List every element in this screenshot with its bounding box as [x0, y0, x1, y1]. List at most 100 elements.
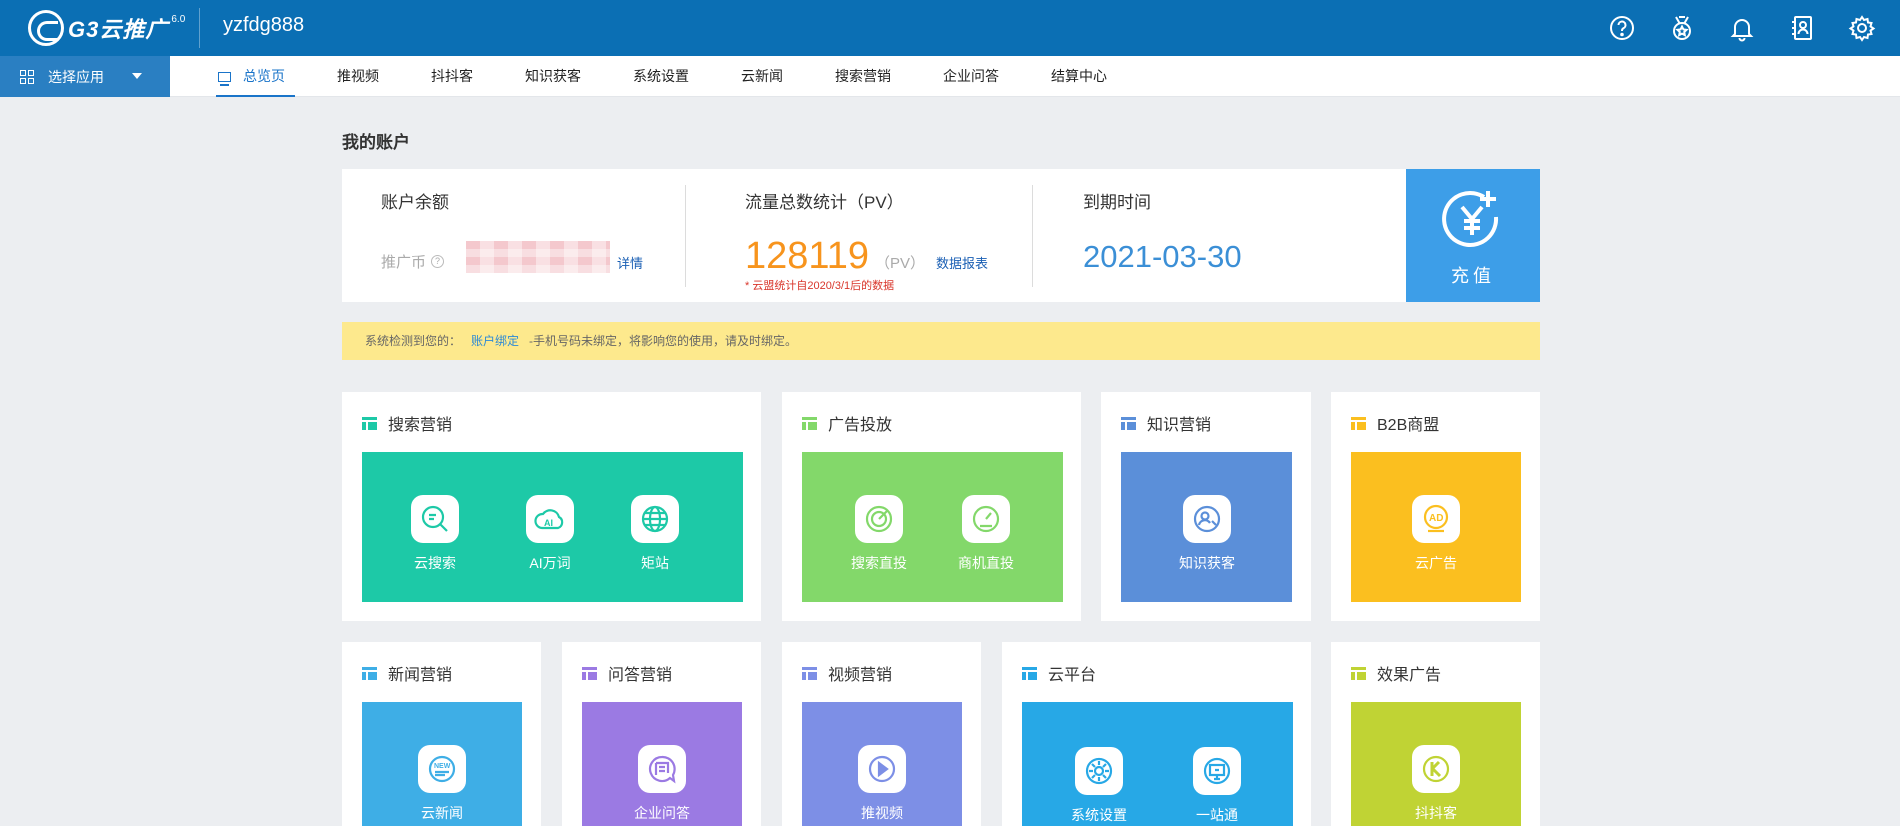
- user-search-icon: [1183, 495, 1231, 543]
- tab-label: 系统设置: [633, 68, 689, 84]
- tab-search-marketing[interactable]: 搜索营销: [833, 56, 893, 97]
- app-system-settings[interactable]: 系统设置: [1049, 747, 1149, 825]
- card-panel: NEW 云新闻: [362, 702, 522, 826]
- nav-bar: 选择应用 总览页 推视频 抖抖客 知识获客 系统设置 云新闻 搜索营销 企业问答…: [0, 56, 1900, 97]
- card-effect-ads: 效果广告 抖抖客: [1331, 642, 1540, 826]
- app-push-video[interactable]: 推视频: [832, 745, 932, 823]
- card-ads: 广告投放 搜索直投 商机直投: [782, 392, 1081, 621]
- play-icon: [858, 745, 906, 793]
- card-title: 知识营销: [1147, 417, 1212, 434]
- card-title: 搜索营销: [388, 417, 453, 434]
- svg-text:AI: AI: [544, 518, 553, 528]
- tab-label: 抖抖客: [431, 68, 473, 84]
- tab-label: 云新闻: [741, 68, 783, 84]
- recharge-button[interactable]: 充值: [1406, 169, 1540, 302]
- app-enterprise-qa[interactable]: 企业问答: [612, 745, 712, 823]
- card-b2b: B2B商盟 AD 云广告: [1331, 392, 1540, 621]
- bell-icon[interactable]: [1726, 12, 1758, 44]
- divider: [1032, 185, 1033, 287]
- ai-cloud-icon: AI: [526, 495, 574, 543]
- settings-icon[interactable]: [1846, 12, 1878, 44]
- tab-label: 企业问答: [943, 68, 999, 84]
- search-icon: [411, 495, 459, 543]
- layout-icon: [362, 416, 377, 430]
- card-header: 效果广告: [1351, 662, 1441, 684]
- tab-video[interactable]: 推视频: [335, 56, 381, 97]
- layout-icon: [1121, 416, 1136, 430]
- ad-icon: AD: [1412, 495, 1460, 543]
- username[interactable]: yzfdg888: [223, 14, 304, 37]
- app-one-stop[interactable]: 一站通: [1167, 747, 1267, 825]
- layout-icon: [802, 666, 817, 680]
- target-icon: [855, 495, 903, 543]
- card-title: 效果广告: [1377, 667, 1442, 684]
- pv-unit: （PV）: [875, 255, 926, 272]
- chevron-down-icon: [132, 73, 142, 79]
- balance-label: 账户余额: [381, 193, 449, 212]
- report-link[interactable]: 数据报表: [936, 253, 988, 272]
- card-panel: 云搜索 AI AI万词 矩站: [362, 452, 743, 602]
- layout-icon: [1022, 666, 1037, 680]
- svg-text:AD: AD: [1429, 513, 1443, 524]
- card-title: B2B商盟: [1377, 417, 1440, 434]
- k-logo-icon: [1412, 745, 1460, 793]
- tab-knowledge[interactable]: 知识获客: [523, 56, 583, 97]
- app-doudouke[interactable]: 抖抖客: [1386, 745, 1486, 823]
- coin-label: 推广币 ?: [381, 251, 445, 272]
- card-title: 云平台: [1048, 667, 1097, 684]
- app-label: 商机直投: [958, 555, 1014, 571]
- card-panel: 推视频: [802, 702, 962, 826]
- layout-icon: [1351, 416, 1366, 430]
- grid-icon: [20, 69, 34, 84]
- app-label: AI万词: [529, 555, 571, 571]
- tab-label: 知识获客: [525, 68, 581, 84]
- monitor-icon: [1193, 747, 1241, 795]
- app-matrix-site[interactable]: 矩站: [605, 495, 705, 573]
- app-label: 搜索直投: [851, 555, 907, 571]
- card-header: B2B商盟: [1351, 412, 1439, 434]
- app-label: 企业问答: [634, 805, 690, 821]
- pv-label: 流量总数统计（PV）: [745, 193, 904, 212]
- tab-overview[interactable]: 总览页: [216, 56, 295, 97]
- tab-system-settings[interactable]: 系统设置: [631, 56, 691, 97]
- account-binding-link[interactable]: 账户绑定: [471, 334, 519, 348]
- detail-link[interactable]: 详情: [617, 253, 643, 272]
- logo-mark-icon: [28, 10, 64, 46]
- layout-icon: [362, 666, 377, 680]
- contacts-icon[interactable]: [1786, 12, 1818, 44]
- help-icon[interactable]: [1606, 12, 1638, 44]
- tab-settlement[interactable]: 结算中心: [1049, 56, 1109, 97]
- app-ai-words[interactable]: AI AI万词: [500, 495, 600, 573]
- app-label: 矩站: [641, 555, 669, 571]
- tab-enterprise-qa[interactable]: 企业问答: [941, 56, 1001, 97]
- tab-cloud-news[interactable]: 云新闻: [739, 56, 785, 97]
- app-label: 推视频: [861, 805, 903, 821]
- app-select-dropdown[interactable]: 选择应用: [0, 56, 170, 97]
- yuan-add-icon: [1442, 191, 1499, 247]
- coin-label-text: 推广币: [381, 254, 427, 271]
- card-header: 视频营销: [802, 662, 892, 684]
- card-header: 搜索营销: [362, 412, 452, 434]
- globe-icon: [631, 495, 679, 543]
- expire-label: 到期时间: [1083, 193, 1151, 212]
- app-label: 抖抖客: [1415, 805, 1457, 821]
- card-panel: 知识获客: [1121, 452, 1292, 602]
- app-select-label: 选择应用: [48, 68, 104, 85]
- medal-icon[interactable]: [1666, 12, 1698, 44]
- svg-text:NEW: NEW: [434, 763, 451, 770]
- app-search-direct[interactable]: 搜索直投: [829, 495, 929, 573]
- tab-doudouke[interactable]: 抖抖客: [429, 56, 475, 97]
- monitor-icon: [218, 71, 231, 86]
- app-cloud-ads[interactable]: AD 云广告: [1386, 495, 1486, 573]
- layout-icon: [1351, 666, 1366, 680]
- app-knowledge-acquire[interactable]: 知识获客: [1157, 495, 1257, 573]
- app-cloud-news[interactable]: NEW 云新闻: [392, 745, 492, 823]
- logo[interactable]: G3云推广 6.0: [28, 8, 185, 48]
- card-panel: 搜索直投 商机直投: [802, 452, 1063, 602]
- help-icon[interactable]: ?: [431, 255, 445, 268]
- app-label: 知识获客: [1179, 555, 1235, 571]
- app-business-direct[interactable]: 商机直投: [936, 495, 1036, 573]
- card-panel: 企业问答: [582, 702, 742, 826]
- app-cloud-search[interactable]: 云搜索: [385, 495, 485, 573]
- tab-label: 结算中心: [1051, 68, 1107, 84]
